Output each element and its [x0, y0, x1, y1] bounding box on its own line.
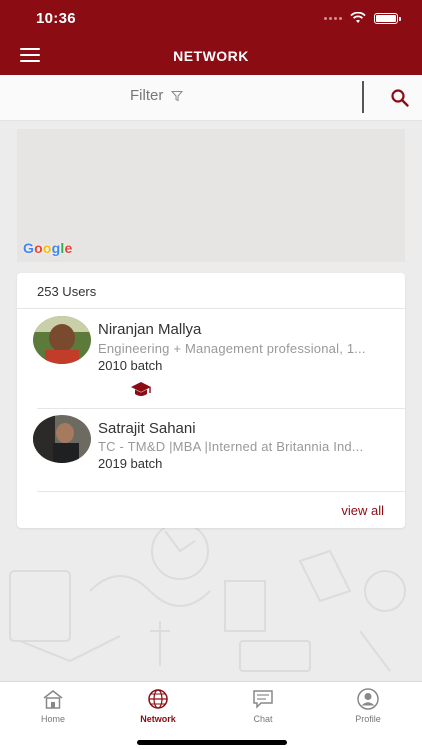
map-view[interactable]: Google [17, 129, 405, 262]
users-card: 253 Users Niranjan Mallya Engineering + … [17, 273, 405, 528]
page-title: NETWORK [173, 48, 249, 64]
filter-label: Filter [130, 87, 164, 104]
user-row[interactable]: Niranjan Mallya Engineering + Management… [17, 309, 405, 408]
chat-icon [253, 690, 273, 709]
home-indicator [137, 740, 287, 745]
user-description: TC - TM&D |MBA |Interned at Britannia In… [98, 439, 364, 454]
status-time: 10:36 [36, 10, 76, 27]
app-header: 10:36 NETWORK [0, 0, 422, 75]
status-icons [324, 12, 401, 24]
filter-bar: Filter [0, 75, 422, 121]
nav-item-chat[interactable]: Chat [228, 688, 298, 724]
user-name: Satrajit Sahani [98, 420, 196, 437]
nav-label: Profile [355, 714, 381, 724]
nav-label: Home [40, 714, 65, 724]
battery-icon [374, 12, 401, 24]
user-name: Niranjan Mallya [98, 321, 202, 338]
globe-icon [148, 689, 168, 709]
profile-icon [357, 688, 379, 710]
search-button[interactable] [390, 88, 410, 113]
user-description: Engineering + Management professional, 1… [98, 341, 366, 356]
users-count: 253 Users [37, 284, 97, 299]
nav-label: Chat [253, 714, 273, 724]
nav-item-profile[interactable]: Profile [333, 688, 403, 724]
filter-divider [362, 81, 364, 113]
search-icon [391, 89, 409, 107]
google-logo: Google [23, 240, 73, 256]
avatar [33, 415, 91, 463]
nav-item-home[interactable]: Home [18, 688, 88, 724]
home-icon [43, 690, 63, 709]
user-batch: 2019 batch [98, 456, 163, 471]
user-batch: 2010 batch [98, 358, 163, 373]
avatar [33, 316, 91, 364]
wifi-icon [350, 12, 366, 23]
nav-label: Network [140, 714, 176, 724]
filter-button[interactable]: Filter [130, 87, 184, 104]
graduation-cap-icon[interactable] [130, 381, 152, 404]
view-all-link[interactable]: view all [341, 503, 384, 518]
funnel-icon [171, 90, 184, 101]
card-divider [37, 491, 405, 492]
nav-item-network[interactable]: Network [123, 688, 193, 724]
signal-icon [324, 16, 342, 20]
user-row[interactable]: Satrajit Sahani TC - TM&D |MBA |Interned… [17, 409, 405, 491]
